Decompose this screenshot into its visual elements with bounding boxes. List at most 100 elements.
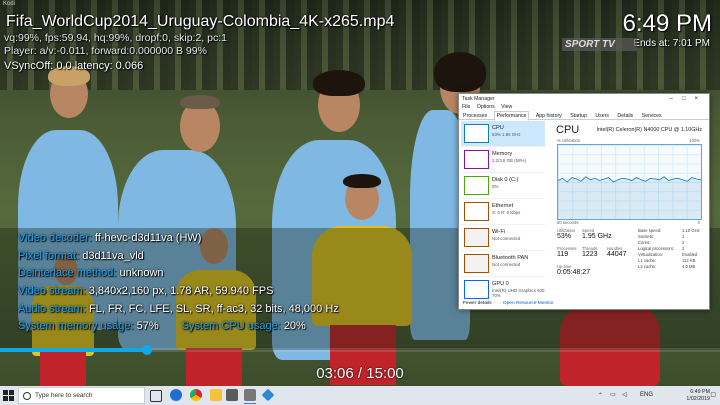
menu-file[interactable]: File [462, 104, 470, 110]
tab-processes[interactable]: Processes [461, 112, 489, 120]
resource-disk[interactable]: Disk 0 (C:) 0% [461, 173, 545, 199]
info-value: d3d11va_vld [82, 250, 144, 262]
player-hair [434, 52, 486, 92]
maximize-button[interactable]: □ [682, 96, 695, 102]
close-button[interactable]: × [694, 96, 707, 102]
open-resource-monitor-link[interactable]: Open Resource Monitor [503, 301, 554, 306]
player-hair [180, 95, 220, 109]
resource-subtitle: Not connected [492, 262, 521, 267]
graph-label-zero: 0 [697, 220, 700, 225]
resource-subtitle: Not connected [492, 236, 521, 241]
menu-options[interactable]: Options [477, 104, 495, 110]
resource-list: CPU 53% 1.95 GHz Memory 2.2/3.8 GB (58%)… [461, 121, 545, 303]
tab-services[interactable]: Services [640, 112, 664, 120]
task-manager-footer: Fewer details Open Resource Monitor [463, 301, 564, 306]
minimize-button[interactable]: – [670, 96, 682, 102]
debug-line-vsync: VSyncOff: 0.0 latency: 0.066 [4, 60, 144, 72]
resource-thumbnail [464, 228, 489, 247]
resource-thumbnail [464, 280, 489, 299]
seek-bar[interactable] [0, 345, 720, 355]
task-manager-title: Task Manager [462, 96, 495, 102]
debug-line-video: vq:99%, fps:59.94, hq:99%, dropf:0, skip… [4, 32, 227, 44]
resource-thumbnail [464, 254, 489, 273]
tray-chevron-icon[interactable]: ⌃ [598, 392, 603, 399]
taskbar-clock[interactable]: 6:49 PM 1/02/2019 [686, 389, 710, 402]
taskbar-search-box[interactable]: Type here to search [18, 387, 145, 404]
channel-logo: SPORT TV [562, 38, 637, 51]
info-video-stream: Video stream: 3,840x2,160 px, 1.78 AR, 5… [18, 285, 273, 297]
resource-subtitle: Intel(R) UHD Graphics 600 70% [492, 288, 545, 298]
task-view-icon[interactable] [150, 390, 162, 402]
info-value: 3,840x2,160 px, 1.78 AR, 59.940 FPS [88, 285, 274, 297]
seek-bar-handle[interactable] [141, 345, 152, 355]
cpu-utilization-chart [557, 176, 702, 219]
tab-startup[interactable]: Startup [568, 112, 589, 120]
detail-key: Virtualization: [638, 252, 664, 257]
task-manager-titlebar[interactable]: Task Manager –□× [459, 94, 709, 104]
volume-icon[interactable]: ◁ [622, 391, 627, 398]
tab-details[interactable]: Details [615, 112, 635, 120]
resource-name: Ethernet [492, 203, 514, 209]
detail-value: 2 [682, 240, 685, 245]
task-manager-window[interactable]: Task Manager –□× File Options View Proce… [458, 93, 710, 310]
info-label: Audio stream: [18, 303, 86, 315]
ends-at: Ends at: 7:01 PM [633, 38, 710, 49]
window-title: Kodi [3, 1, 16, 7]
resource-subtitle: 2.2/3.8 GB (58%) [492, 158, 526, 163]
resource-subtitle: 53% 1.95 GHz [492, 132, 521, 137]
info-label: Deinterlace method: [18, 267, 117, 279]
detail-value: Enabled [682, 252, 698, 257]
info-label: System CPU usage: [181, 320, 281, 332]
stat-value: 53% [557, 233, 572, 240]
detail-key: Base speed: [638, 228, 662, 233]
resource-memory[interactable]: Memory 2.2/3.8 GB (58%) [461, 147, 545, 173]
file-explorer-icon[interactable] [210, 389, 222, 401]
resource-thumbnail [464, 150, 489, 169]
resource-name: GPU 0 [492, 281, 509, 287]
edge-icon[interactable] [170, 389, 182, 401]
resource-wifi[interactable]: Wi-Fi Not connected [461, 225, 545, 251]
graph-label-max: 100% [689, 138, 700, 143]
resource-gpu[interactable]: GPU 0 Intel(R) UHD Graphics 600 70% [461, 277, 545, 303]
network-icon[interactable]: ▭ [610, 391, 616, 398]
resource-bluetooth[interactable]: Bluetooth PAN Not connected [461, 251, 545, 277]
menu-view[interactable]: View [501, 104, 512, 110]
task-manager-menu: File Options View [459, 104, 709, 111]
detail-key: Logical processors: [638, 246, 675, 251]
language-indicator[interactable]: ENG [640, 392, 653, 398]
seek-bar-fill [0, 348, 147, 352]
kodi-icon[interactable] [244, 389, 256, 404]
cpu-heading: CPU [556, 124, 580, 136]
info-label: Video stream: [18, 285, 86, 297]
windows-start-icon[interactable] [3, 390, 14, 401]
taskbar-date: 1/02/2019 [686, 395, 710, 402]
detail-key: L1 cache: [638, 258, 657, 263]
search-placeholder: Type here to search [35, 392, 93, 399]
stat-value: 1223 [582, 251, 598, 258]
cpu-detail-pane: CPU Intel(R) Celeron(R) N4000 CPU @ 1.10… [554, 124, 704, 296]
stat-value: 0:05:48:27 [557, 269, 591, 276]
graph-label-seconds: 60 seconds [557, 220, 579, 225]
resource-name: CPU [492, 125, 504, 131]
resource-subtitle: 0% [492, 184, 499, 189]
info-value: 57% [136, 320, 159, 332]
notifications-icon[interactable]: ▢ [710, 391, 716, 398]
cpu-utilization-graph [557, 144, 702, 220]
resource-name: Memory [492, 151, 513, 157]
resource-cpu[interactable]: CPU 53% 1.95 GHz [461, 121, 545, 147]
info-pixel-format: Pixel format: d3d11va_vld [18, 250, 144, 262]
fewer-details-link[interactable]: Fewer details [463, 301, 492, 306]
window-titlebar: Kodi [0, 0, 720, 9]
photos-icon[interactable] [261, 388, 275, 402]
resource-ethernet[interactable]: Ethernet S: 0 R: 0 Kbps [461, 199, 545, 225]
tab-app-history[interactable]: App history [534, 112, 564, 120]
resource-thumbnail [464, 202, 489, 221]
tab-users[interactable]: Users [593, 112, 611, 120]
info-system-usage: System memory usage: 57% System CPU usag… [18, 320, 306, 332]
tab-performance[interactable]: Performance [493, 111, 530, 121]
store-icon[interactable] [226, 389, 238, 401]
info-value: FL, FR, FC, LFE, SL, SR, ff-ac3, 32 bits… [88, 303, 339, 315]
stat-value: 1.95 GHz [582, 233, 612, 240]
detail-key: Cores: [638, 240, 651, 245]
chrome-icon[interactable] [190, 389, 202, 401]
